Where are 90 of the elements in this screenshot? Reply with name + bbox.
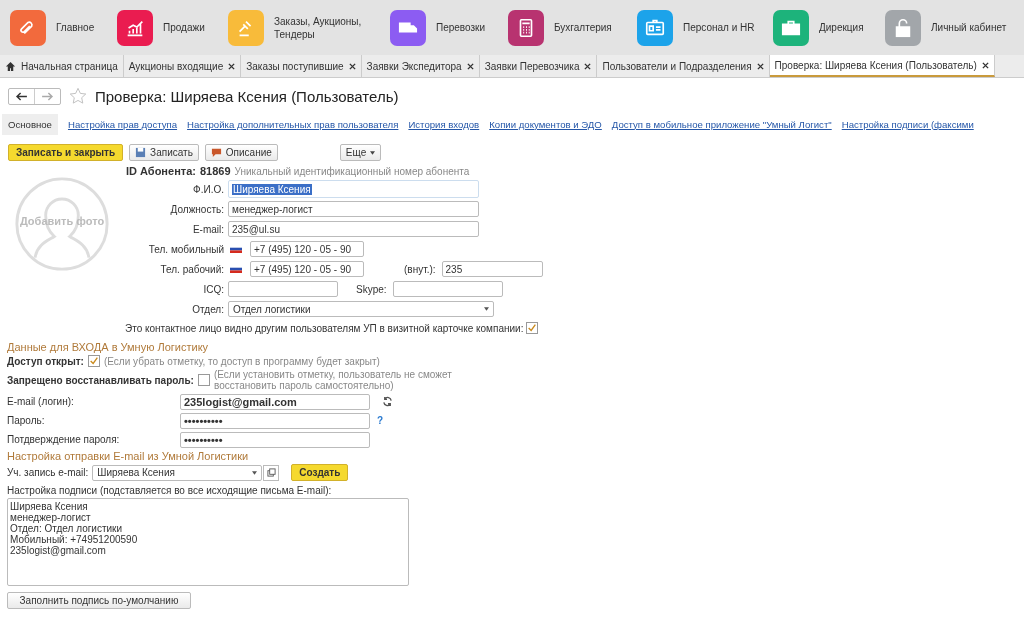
login-email-field[interactable]: 235logist@gmail.com <box>180 393 370 410</box>
section-item[interactable]: Заказы, Аукционы, Тендеры <box>228 0 390 55</box>
form-tab[interactable]: Настройка прав доступа <box>67 118 178 130</box>
field-label: E-mail: <box>191 223 224 235</box>
tab[interactable]: Заявки Перевозчика <box>479 55 598 77</box>
hint-text: (Если установить отметку, пользователь не сможет восстановить пароль самостоятельно) <box>213 369 453 391</box>
refresh-icon[interactable] <box>382 396 393 407</box>
hint-text: (Если убрать отметку, то доступ в программу будет закрыт) <box>103 355 380 367</box>
tab[interactable]: Начальная страница <box>0 55 124 77</box>
home-icon <box>5 60 16 72</box>
mobile-phone-field[interactable]: +7 (495) 120 - 05 - 90 <box>250 241 364 257</box>
field-label: Должность: <box>169 203 224 215</box>
star-icon[interactable] <box>69 87 87 105</box>
form-tab[interactable]: Настройка подписи (факсими <box>841 118 974 130</box>
tab[interactable]: Проверка: Ширяева Ксения (Пользователь) <box>769 55 995 77</box>
section-item[interactable]: Перевозки <box>390 0 508 55</box>
field-label: Тел. рабочий: <box>159 263 224 275</box>
subscriber-id-hint: Уникальный идентификационный номер абонента <box>234 165 470 177</box>
department-dropdown[interactable]: Отдел логистики <box>228 301 494 317</box>
field-label: ICQ: <box>202 283 224 295</box>
russian-flag-icon <box>230 245 242 253</box>
save-button[interactable]: Записать <box>129 144 199 161</box>
section-heading: Данные для ВХОДА в Умную Логистику <box>7 341 210 353</box>
checkbox[interactable] <box>197 374 210 386</box>
close-icon[interactable] <box>756 62 764 70</box>
position-field[interactable]: менеджер-логист <box>228 201 479 217</box>
full-name-field[interactable]: Ширяева Ксения <box>228 180 479 198</box>
tab[interactable]: Заявки Экспедитора <box>361 55 480 77</box>
email-field[interactable]: 235@ul.su <box>228 221 479 237</box>
section-heading: Настройка отправки E-mail из Умной Логистики <box>7 450 250 462</box>
icq-field[interactable] <box>228 281 338 297</box>
section-item[interactable]: Продажи <box>117 0 228 55</box>
help-link[interactable]: ? <box>377 415 384 426</box>
caret-icon <box>484 307 489 311</box>
subscriber-id-value: 81869 <box>199 165 231 177</box>
field-label: Уч. запись e-mail: <box>7 467 89 478</box>
close-icon[interactable] <box>466 62 474 70</box>
form-tab[interactable]: Основное <box>2 113 58 135</box>
field-label: Пароль: <box>7 415 46 426</box>
close-icon[interactable] <box>348 62 356 70</box>
confirm-password-field[interactable]: •••••••••• <box>180 431 370 448</box>
field-label: Ф.И.О. <box>192 183 224 195</box>
signature-field[interactable]: Ширяева Ксения менеджер-логист Отдел: Отдел логистики Мобильный: +74951200590 235logist@gmail.com <box>7 498 409 586</box>
checkbox[interactable] <box>526 322 539 334</box>
section-item[interactable]: Личный кабинет <box>885 0 1017 55</box>
window-title: Проверка: Ширяева Ксения (Пользователь) <box>95 87 399 105</box>
description-button[interactable]: Описание <box>204 144 278 161</box>
checkbox-label: Это контактное лицо видно другим пользователям УП в визитной карточке компании: <box>125 322 524 334</box>
close-icon[interactable] <box>981 61 989 69</box>
close-icon[interactable] <box>584 62 592 70</box>
caret-icon <box>370 150 376 155</box>
more-button[interactable]: Еще <box>339 144 382 161</box>
field-label: Отдел: <box>191 303 224 315</box>
create-button[interactable]: Создать <box>291 464 349 481</box>
checkbox-label: Запрещено восстанавливать пароль: <box>7 374 194 386</box>
field-label: Skype: <box>356 283 387 295</box>
form-tab[interactable]: Копии документов и ЭДО <box>489 118 602 130</box>
field-label: E-mail (логин): <box>7 396 75 407</box>
section-item[interactable]: Бухгалтерия <box>508 0 637 55</box>
floppy-icon <box>135 147 147 158</box>
section-item[interactable]: Дирекция <box>773 0 885 55</box>
checkbox[interactable] <box>87 355 100 367</box>
extension-field[interactable]: 235 <box>441 261 543 277</box>
skype-field[interactable] <box>392 281 503 297</box>
email-account-dropdown[interactable]: Ширяева Ксения <box>92 464 263 481</box>
close-icon[interactable] <box>228 62 236 70</box>
form-tab[interactable]: История входов <box>408 118 480 130</box>
tab[interactable]: Пользователи и Подразделения <box>597 55 770 77</box>
work-phone-field[interactable]: +7 (495) 120 - 05 - 90 <box>250 261 364 277</box>
field-label: Потдверждение пароля: <box>7 434 121 445</box>
checkbox-label: Доступ открыт: <box>7 355 84 367</box>
password-field[interactable]: •••••••••• <box>180 412 370 429</box>
form-tab[interactable]: Настройка дополнительных прав пользователя <box>187 118 399 130</box>
open-button[interactable] <box>263 464 280 481</box>
field-label: (внут.): <box>404 263 436 275</box>
save-and-close-button[interactable]: Записать и закрыть <box>8 144 124 161</box>
fill-default-signature-button[interactable]: Заполнить подпись по-умолчанию <box>7 592 191 609</box>
form-tab[interactable]: Доступ в мобильное приложение "Умный Логист" <box>611 118 832 130</box>
speech-bubble-icon <box>210 147 222 158</box>
field-label: Тел. мобильный <box>147 243 224 255</box>
tab[interactable]: Заказы поступившие <box>241 55 362 77</box>
open-window-icon <box>266 468 276 477</box>
section-item[interactable]: Главное <box>10 0 117 55</box>
section-item[interactable]: Персонал и HR <box>637 0 773 55</box>
russian-flag-icon <box>230 265 242 273</box>
tab[interactable]: Аукционы входящие <box>123 55 242 77</box>
subscriber-id-label: ID Абонента: <box>126 165 196 177</box>
field-label: Настройка подписи (подставляется во все исходящие письма E-mail): <box>7 485 333 496</box>
navigation-buttons[interactable] <box>8 87 61 105</box>
caret-icon <box>252 470 258 475</box>
